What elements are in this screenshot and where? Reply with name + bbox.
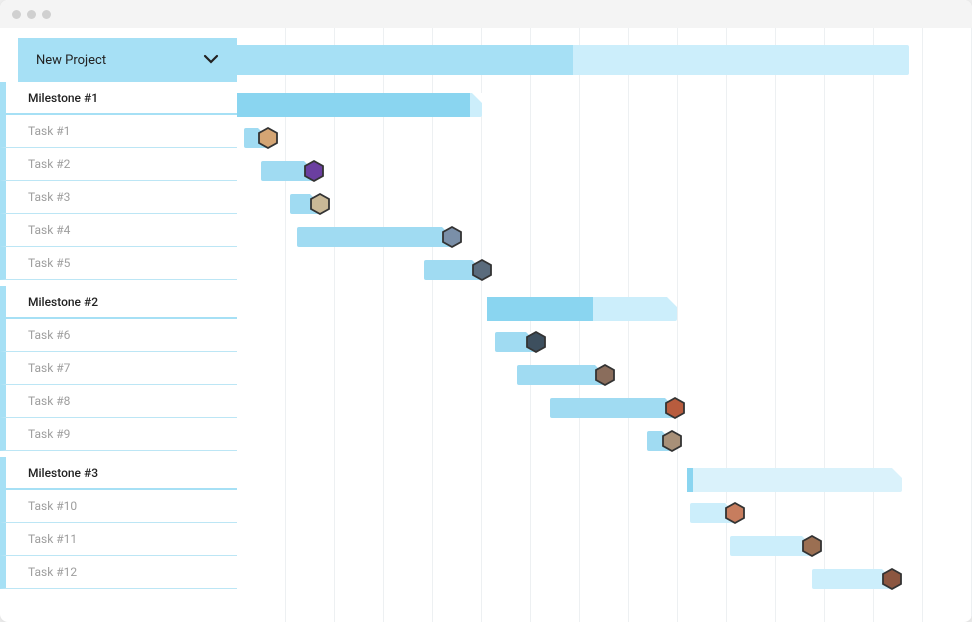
assignee-avatar[interactable]: [594, 364, 616, 386]
traffic-light-max[interactable]: [42, 10, 51, 19]
gantt-row: [237, 292, 972, 325]
traffic-light-min[interactable]: [27, 10, 36, 19]
milestone-label: Milestone #1: [28, 91, 98, 105]
assignee-avatar[interactable]: [257, 127, 279, 149]
task-bar[interactable]: [550, 398, 675, 418]
gantt-row: [237, 187, 972, 220]
task-label: Task #6: [28, 328, 70, 342]
gantt-row: [237, 562, 972, 595]
assignee-avatar[interactable]: [303, 160, 325, 182]
gantt-project-row: [237, 38, 972, 82]
task-label: Task #1: [28, 124, 70, 138]
gantt-row: [237, 391, 972, 424]
milestone-row[interactable]: Milestone #1: [0, 82, 237, 115]
gantt-row: [237, 325, 972, 358]
app-window: New Project Milestone #1 Task #1 Task #2 Ta…: [0, 0, 972, 622]
task-label: Task #2: [28, 157, 70, 171]
task-label: Task #9: [28, 427, 70, 441]
milestone-row[interactable]: Milestone #2: [0, 286, 237, 319]
hexagon-icon: [594, 364, 616, 386]
traffic-light-close[interactable]: [12, 10, 21, 19]
hexagon-icon: [257, 127, 279, 149]
task-row[interactable]: Task #8: [0, 385, 237, 418]
gantt-row: [237, 496, 972, 529]
task-label: Task #4: [28, 223, 70, 237]
task-label: Task #7: [28, 361, 70, 375]
hexagon-icon: [801, 535, 823, 557]
gantt-row: [237, 358, 972, 391]
task-bar[interactable]: [730, 536, 812, 556]
milestone-progress-fill: [487, 297, 593, 321]
project-progress-fill: [237, 45, 573, 75]
gantt-row: [237, 463, 972, 496]
project-dropdown[interactable]: New Project: [18, 38, 237, 82]
sidebar: New Project Milestone #1 Task #1 Task #2 Ta…: [0, 28, 237, 622]
task-row[interactable]: Task #3: [0, 181, 237, 214]
gantt-row: [237, 88, 972, 121]
task-row[interactable]: Task #6: [0, 319, 237, 352]
hexagon-icon: [303, 160, 325, 182]
hexagon-icon: [471, 259, 493, 281]
task-bar[interactable]: [297, 227, 452, 247]
milestone-bar[interactable]: [487, 297, 677, 321]
gantt-bars: [237, 38, 972, 595]
hexagon-icon: [441, 226, 463, 248]
task-row[interactable]: Task #10: [0, 490, 237, 523]
milestone-label: Milestone #3: [28, 466, 98, 480]
assignee-avatar[interactable]: [525, 331, 547, 353]
assignee-avatar[interactable]: [661, 430, 683, 452]
task-label: Task #11: [28, 532, 77, 546]
assignee-avatar[interactable]: [441, 226, 463, 248]
task-label: Task #8: [28, 394, 70, 408]
hexagon-icon: [309, 193, 331, 215]
gantt-row: [237, 529, 972, 562]
task-row[interactable]: Task #4: [0, 214, 237, 247]
hexagon-icon: [525, 331, 547, 353]
task-bar[interactable]: [812, 569, 892, 589]
gantt-row: [237, 154, 972, 187]
window-titlebar: [0, 0, 972, 28]
assignee-avatar[interactable]: [724, 502, 746, 524]
task-row[interactable]: Task #2: [0, 148, 237, 181]
assignee-avatar[interactable]: [881, 568, 903, 590]
project-bar[interactable]: [237, 45, 909, 75]
task-row[interactable]: Task #12: [0, 556, 237, 589]
hexagon-icon: [724, 502, 746, 524]
task-row[interactable]: Task #11: [0, 523, 237, 556]
assignee-avatar[interactable]: [471, 259, 493, 281]
gantt-row: [237, 253, 972, 286]
assignee-avatar[interactable]: [664, 397, 686, 419]
gantt-row: [237, 121, 972, 154]
task-bar[interactable]: [517, 365, 605, 385]
milestone-progress-fill: [687, 468, 693, 492]
task-row[interactable]: Task #5: [0, 247, 237, 280]
gantt-row: [237, 220, 972, 253]
content-area: New Project Milestone #1 Task #1 Task #2 Ta…: [0, 28, 972, 622]
task-label: Task #5: [28, 256, 70, 270]
milestone-bar[interactable]: [687, 468, 902, 492]
gantt-row: [237, 424, 972, 457]
hexagon-icon: [881, 568, 903, 590]
task-row[interactable]: Task #1: [0, 115, 237, 148]
assignee-avatar[interactable]: [801, 535, 823, 557]
task-label: Task #12: [28, 565, 77, 579]
milestone-bar[interactable]: [237, 93, 482, 117]
task-row[interactable]: Task #7: [0, 352, 237, 385]
assignee-avatar[interactable]: [309, 193, 331, 215]
task-row[interactable]: Task #9: [0, 418, 237, 451]
chevron-down-icon: [203, 53, 219, 68]
task-label: Task #10: [28, 499, 77, 513]
gantt-chart[interactable]: [237, 28, 972, 622]
hexagon-icon: [664, 397, 686, 419]
project-title: New Project: [36, 53, 106, 68]
hexagon-icon: [661, 430, 683, 452]
milestone-progress-fill: [237, 93, 470, 117]
task-label: Task #3: [28, 190, 70, 204]
milestone-label: Milestone #2: [28, 295, 98, 309]
milestone-row[interactable]: Milestone #3: [0, 457, 237, 490]
